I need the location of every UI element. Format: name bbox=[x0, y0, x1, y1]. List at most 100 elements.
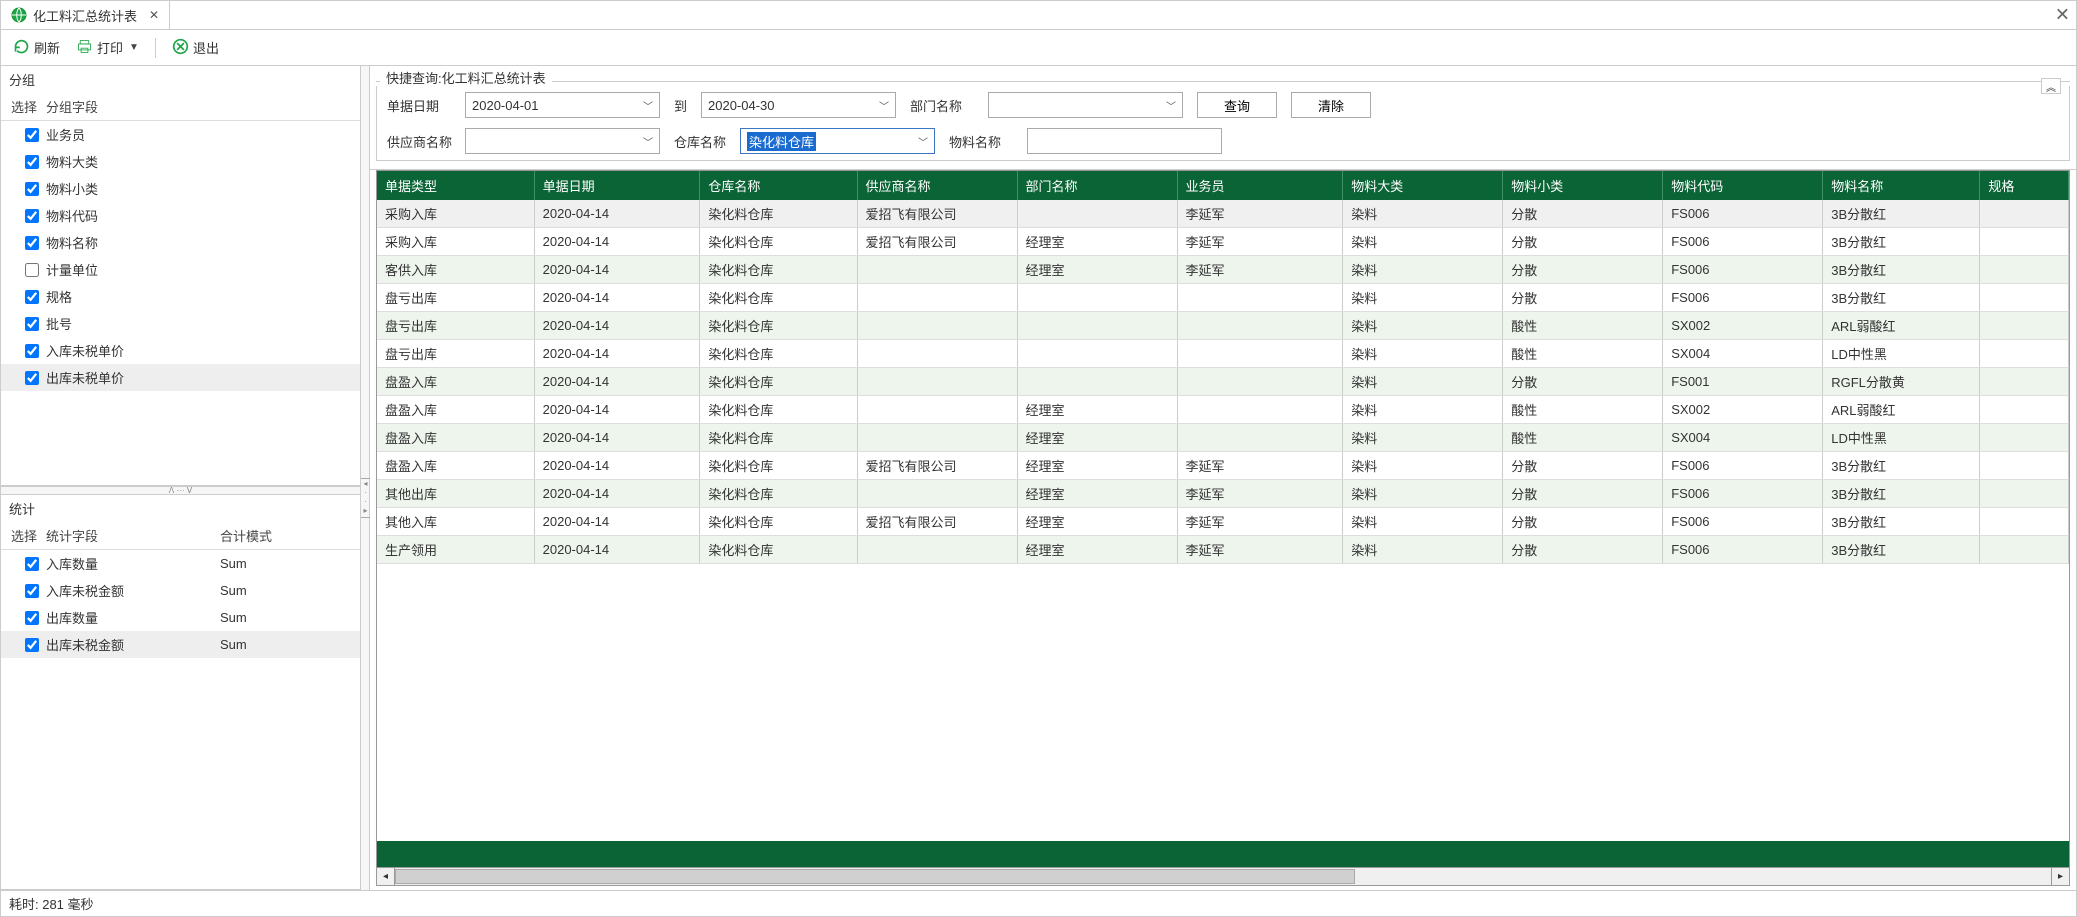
group-title: 分组 bbox=[1, 66, 360, 93]
group-checkbox[interactable] bbox=[25, 209, 39, 223]
table-cell bbox=[857, 340, 1017, 368]
table-cell: 经理室 bbox=[1017, 256, 1177, 284]
date-from-input[interactable]: 2020-04-01 ﹀ bbox=[465, 92, 660, 118]
table-wrap: 单据类型单据日期仓库名称供应商名称部门名称业务员物料大类物料小类物料代码物料名称… bbox=[370, 170, 2076, 890]
v-splitter[interactable]: ◂··▸ bbox=[361, 66, 370, 890]
warehouse-input[interactable]: 染化料仓库 ﹀ bbox=[740, 128, 935, 154]
table-cell: 经理室 bbox=[1017, 508, 1177, 536]
column-header[interactable]: 部门名称 bbox=[1017, 171, 1177, 200]
group-row[interactable]: 出库未税单价 bbox=[1, 364, 360, 391]
column-header[interactable]: 物料代码 bbox=[1663, 171, 1823, 200]
material-input[interactable] bbox=[1027, 128, 1222, 154]
stat-checkbox[interactable] bbox=[25, 557, 39, 571]
table-cell: 染料 bbox=[1343, 368, 1503, 396]
stat-title: 统计 bbox=[1, 495, 360, 522]
h-splitter[interactable]: ᐱ ··· ᐯ bbox=[1, 486, 360, 495]
table-row[interactable]: 盘盈入库2020-04-14染化料仓库染料分散FS001RGFL分散黄 bbox=[377, 368, 2069, 396]
column-header[interactable]: 物料名称 bbox=[1823, 171, 1980, 200]
table-row[interactable]: 其他入库2020-04-14染化料仓库爱招飞有限公司经理室李延军染料分散FS00… bbox=[377, 508, 2069, 536]
table-row[interactable]: 采购入库2020-04-14染化料仓库爱招飞有限公司经理室李延军染料分散FS00… bbox=[377, 228, 2069, 256]
group-checkbox[interactable] bbox=[25, 317, 39, 331]
data-grid: 单据类型单据日期仓库名称供应商名称部门名称业务员物料大类物料小类物料代码物料名称… bbox=[376, 170, 2070, 868]
group-row[interactable]: 物料代码 bbox=[1, 202, 360, 229]
table-cell: ARL弱酸红 bbox=[1823, 396, 1980, 424]
group-checkbox[interactable] bbox=[25, 236, 39, 250]
supplier-input[interactable]: ﹀ bbox=[465, 128, 660, 154]
group-row[interactable]: 入库未税单价 bbox=[1, 337, 360, 364]
scroll-right-icon[interactable]: ▸ bbox=[2051, 868, 2069, 885]
group-label: 批号 bbox=[46, 314, 360, 333]
column-header[interactable]: 单据类型 bbox=[377, 171, 534, 200]
table-row[interactable]: 盘亏出库2020-04-14染化料仓库染料酸性SX004LD中性黑 bbox=[377, 340, 2069, 368]
table-row[interactable]: 盘亏出库2020-04-14染化料仓库染料酸性SX002ARL弱酸红 bbox=[377, 312, 2069, 340]
main-close-icon[interactable]: ✕ bbox=[2055, 5, 2070, 26]
stat-mode-header: 合计模式 bbox=[220, 526, 360, 545]
table-cell: 经理室 bbox=[1017, 424, 1177, 452]
table-cell: 盘亏出库 bbox=[377, 312, 534, 340]
table-cell: 染料 bbox=[1343, 340, 1503, 368]
stat-checkbox[interactable] bbox=[25, 638, 39, 652]
table-row[interactable]: 盘盈入库2020-04-14染化料仓库经理室染料酸性SX004LD中性黑 bbox=[377, 424, 2069, 452]
stat-row[interactable]: 出库数量Sum bbox=[1, 604, 360, 631]
group-checkbox[interactable] bbox=[25, 155, 39, 169]
group-row[interactable]: 物料名称 bbox=[1, 229, 360, 256]
table-row[interactable]: 客供入库2020-04-14染化料仓库经理室李延军染料分散FS0063B分散红 bbox=[377, 256, 2069, 284]
column-header[interactable]: 物料小类 bbox=[1503, 171, 1663, 200]
table-row[interactable]: 采购入库2020-04-14染化料仓库爱招飞有限公司李延军染料分散FS0063B… bbox=[377, 200, 2069, 228]
table-row[interactable]: 盘盈入库2020-04-14染化料仓库经理室染料酸性SX002ARL弱酸红 bbox=[377, 396, 2069, 424]
group-row[interactable]: 物料小类 bbox=[1, 175, 360, 202]
query-button[interactable]: 查询 bbox=[1197, 92, 1277, 118]
stat-checkbox[interactable] bbox=[25, 611, 39, 625]
group-row[interactable]: 计量单位 bbox=[1, 256, 360, 283]
scroll-thumb[interactable] bbox=[395, 869, 1355, 884]
scroll-left-icon[interactable]: ◂ bbox=[377, 868, 395, 885]
h-scrollbar[interactable]: ◂ ▸ bbox=[376, 868, 2070, 886]
table-cell bbox=[1980, 200, 2069, 228]
group-row[interactable]: 规格 bbox=[1, 283, 360, 310]
table-cell: 2020-04-14 bbox=[534, 256, 700, 284]
table-cell: 其他出库 bbox=[377, 480, 534, 508]
tab-item[interactable]: 化工料汇总统计表 ✕ bbox=[1, 1, 170, 29]
table-row[interactable]: 盘亏出库2020-04-14染化料仓库染料分散FS0063B分散红 bbox=[377, 284, 2069, 312]
stat-row[interactable]: 出库未税金额Sum bbox=[1, 631, 360, 658]
tab-close-icon[interactable]: ✕ bbox=[149, 8, 159, 22]
table-cell: 分散 bbox=[1503, 480, 1663, 508]
table-cell: 分散 bbox=[1503, 536, 1663, 564]
table-cell bbox=[1980, 228, 2069, 256]
table-row[interactable]: 生产领用2020-04-14染化料仓库经理室李延军染料分散FS0063B分散红 bbox=[377, 536, 2069, 564]
table-cell bbox=[1177, 340, 1343, 368]
column-header[interactable]: 业务员 bbox=[1177, 171, 1343, 200]
column-header[interactable]: 供应商名称 bbox=[857, 171, 1017, 200]
table-cell: FS001 bbox=[1663, 368, 1823, 396]
dept-input[interactable]: ﹀ bbox=[988, 92, 1183, 118]
refresh-button[interactable]: 刷新 bbox=[9, 35, 64, 61]
stat-checkbox[interactable] bbox=[25, 584, 39, 598]
stat-row[interactable]: 入库数量Sum bbox=[1, 550, 360, 577]
group-row[interactable]: 物料大类 bbox=[1, 148, 360, 175]
group-checkbox[interactable] bbox=[25, 290, 39, 304]
group-row[interactable]: 业务员 bbox=[1, 121, 360, 148]
group-checkbox[interactable] bbox=[25, 263, 39, 277]
print-button[interactable]: 打印 ▼ bbox=[72, 35, 143, 61]
table-cell: RGFL分散黄 bbox=[1823, 368, 1980, 396]
column-header[interactable]: 仓库名称 bbox=[700, 171, 857, 200]
table-cell: SX002 bbox=[1663, 396, 1823, 424]
scroll-track[interactable] bbox=[395, 868, 2051, 885]
column-header[interactable]: 物料大类 bbox=[1343, 171, 1503, 200]
material-field[interactable] bbox=[1034, 134, 1215, 149]
group-row[interactable]: 批号 bbox=[1, 310, 360, 337]
column-header[interactable]: 规格 bbox=[1980, 171, 2069, 200]
group-checkbox[interactable] bbox=[25, 371, 39, 385]
group-checkbox[interactable] bbox=[25, 128, 39, 142]
table-row[interactable]: 盘盈入库2020-04-14染化料仓库爱招飞有限公司经理室李延军染料分散FS00… bbox=[377, 452, 2069, 480]
exit-button[interactable]: 退出 bbox=[168, 35, 223, 61]
date-to-input[interactable]: 2020-04-30 ﹀ bbox=[701, 92, 896, 118]
clear-button[interactable]: 清除 bbox=[1291, 92, 1371, 118]
group-checkbox[interactable] bbox=[25, 182, 39, 196]
collapse-filter-button[interactable]: ︽ bbox=[2041, 78, 2061, 94]
table-row[interactable]: 其他出库2020-04-14染化料仓库经理室李延军染料分散FS0063B分散红 bbox=[377, 480, 2069, 508]
stat-row[interactable]: 入库未税金额Sum bbox=[1, 577, 360, 604]
group-checkbox[interactable] bbox=[25, 344, 39, 358]
group-label: 物料小类 bbox=[46, 179, 360, 198]
column-header[interactable]: 单据日期 bbox=[534, 171, 700, 200]
